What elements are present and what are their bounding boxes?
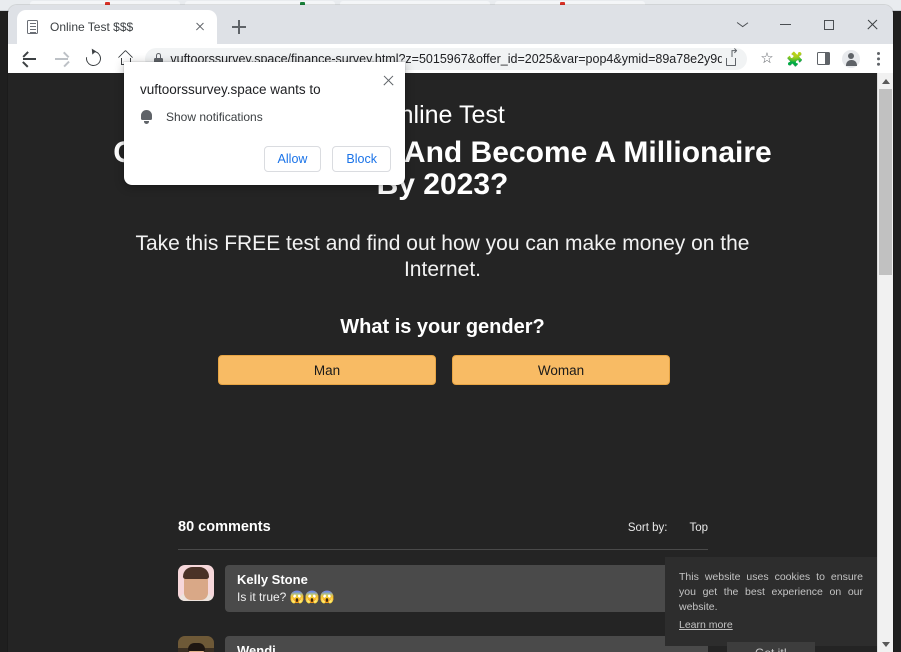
scroll-up-arrow-icon (881, 78, 890, 84)
reload-button[interactable] (80, 45, 107, 73)
comment-bubble: Kelly Stone Is it true? 😱😱😱 (225, 565, 708, 612)
permission-dialog-title: vuftoorssurvey.space wants to (140, 82, 321, 97)
window-controls (721, 5, 893, 44)
new-tab-button[interactable] (226, 14, 252, 40)
comments-sort[interactable]: Sort by: Top (628, 522, 708, 534)
window-close-button[interactable] (850, 5, 893, 44)
side-panel-icon (816, 52, 830, 65)
tab-close-icon[interactable] (191, 18, 209, 36)
cookie-accept-button[interactable]: Got it! (727, 641, 815, 652)
extensions-button[interactable]: 🧩 (781, 45, 809, 73)
permission-item-label: Show notifications (166, 109, 263, 124)
gender-option-man[interactable]: Man (218, 355, 436, 385)
comment-item: Wendi (178, 636, 708, 652)
cookie-consent-banner: This website uses cookies to ensure you … (665, 557, 877, 652)
tab-strip: Online Test $$$ (8, 5, 893, 44)
comment-bubble: Wendi (225, 636, 708, 652)
browser-menu-button[interactable] (865, 45, 893, 73)
notification-permission-dialog: vuftoorssurvey.space wants to Show notif… (124, 62, 405, 185)
comment-item: Kelly Stone Is it true? 😱😱😱 (178, 565, 708, 612)
share-icon[interactable] (726, 47, 741, 66)
gender-options-row: Man Woman (218, 355, 670, 385)
window-maximize-button[interactable] (807, 5, 850, 44)
gender-option-woman[interactable]: Woman (452, 355, 670, 385)
profile-avatar-icon (842, 49, 860, 68)
three-dot-menu-icon (877, 51, 881, 67)
window-chevron-button[interactable] (721, 5, 764, 44)
scrollbar-thumb[interactable] (879, 89, 892, 275)
avatar (178, 636, 214, 652)
back-arrow-icon (22, 51, 37, 67)
comments-header: 80 comments Sort by: Top (178, 519, 708, 535)
permission-dialog-item: Show notifications (140, 109, 263, 124)
chevron-down-icon (737, 22, 748, 28)
page-scrollbar[interactable] (877, 73, 893, 652)
document-icon (25, 19, 41, 35)
puzzle-icon: 🧩 (786, 50, 804, 67)
comment-text: Is it true? 😱😱😱 (237, 590, 335, 604)
cookie-banner-text: This website uses cookies to ensure you … (679, 571, 863, 613)
back-button[interactable] (16, 45, 43, 73)
reload-icon (83, 48, 105, 69)
sort-by-value[interactable]: Top (689, 522, 708, 534)
scroll-down-arrow-icon (881, 641, 890, 647)
permission-dialog-actions: Allow Block (263, 146, 391, 172)
comment-author: Kelly Stone (237, 572, 308, 587)
side-panel-button[interactable] (809, 45, 837, 73)
screenshot-root: Online Test $$$ vuftoorssurvey.space/fin… (0, 0, 901, 652)
scrollbar-up-button[interactable] (878, 73, 893, 89)
close-icon (866, 19, 878, 31)
bookmark-button[interactable]: ☆ (753, 45, 781, 73)
sort-by-label: Sort by: (627, 522, 668, 534)
maximize-icon (823, 19, 834, 30)
comments-count: 80 comments (178, 519, 271, 535)
comments-divider (178, 549, 708, 550)
scrollbar-down-button[interactable] (878, 636, 893, 652)
star-icon: ☆ (760, 50, 774, 67)
window-minimize-button[interactable] (764, 5, 807, 44)
gender-question-label: What is your gender? (340, 316, 545, 338)
forward-arrow-icon (54, 51, 70, 67)
cookie-learn-more-link[interactable]: Learn more (679, 619, 733, 631)
permission-dialog-close-icon[interactable] (380, 72, 397, 89)
forward-button[interactable] (48, 45, 75, 73)
minimize-icon (780, 23, 791, 26)
allow-button[interactable]: Allow (263, 146, 322, 172)
block-button[interactable]: Block (332, 146, 391, 172)
tab-title: Online Test $$$ (50, 20, 134, 34)
page-subheadline: Take this FREE test and find out how you… (135, 232, 750, 281)
comment-author: Wendi (237, 643, 276, 652)
profile-button[interactable] (837, 45, 865, 73)
browser-tab[interactable]: Online Test $$$ (17, 10, 217, 44)
avatar (178, 565, 214, 601)
bell-icon (140, 109, 153, 124)
